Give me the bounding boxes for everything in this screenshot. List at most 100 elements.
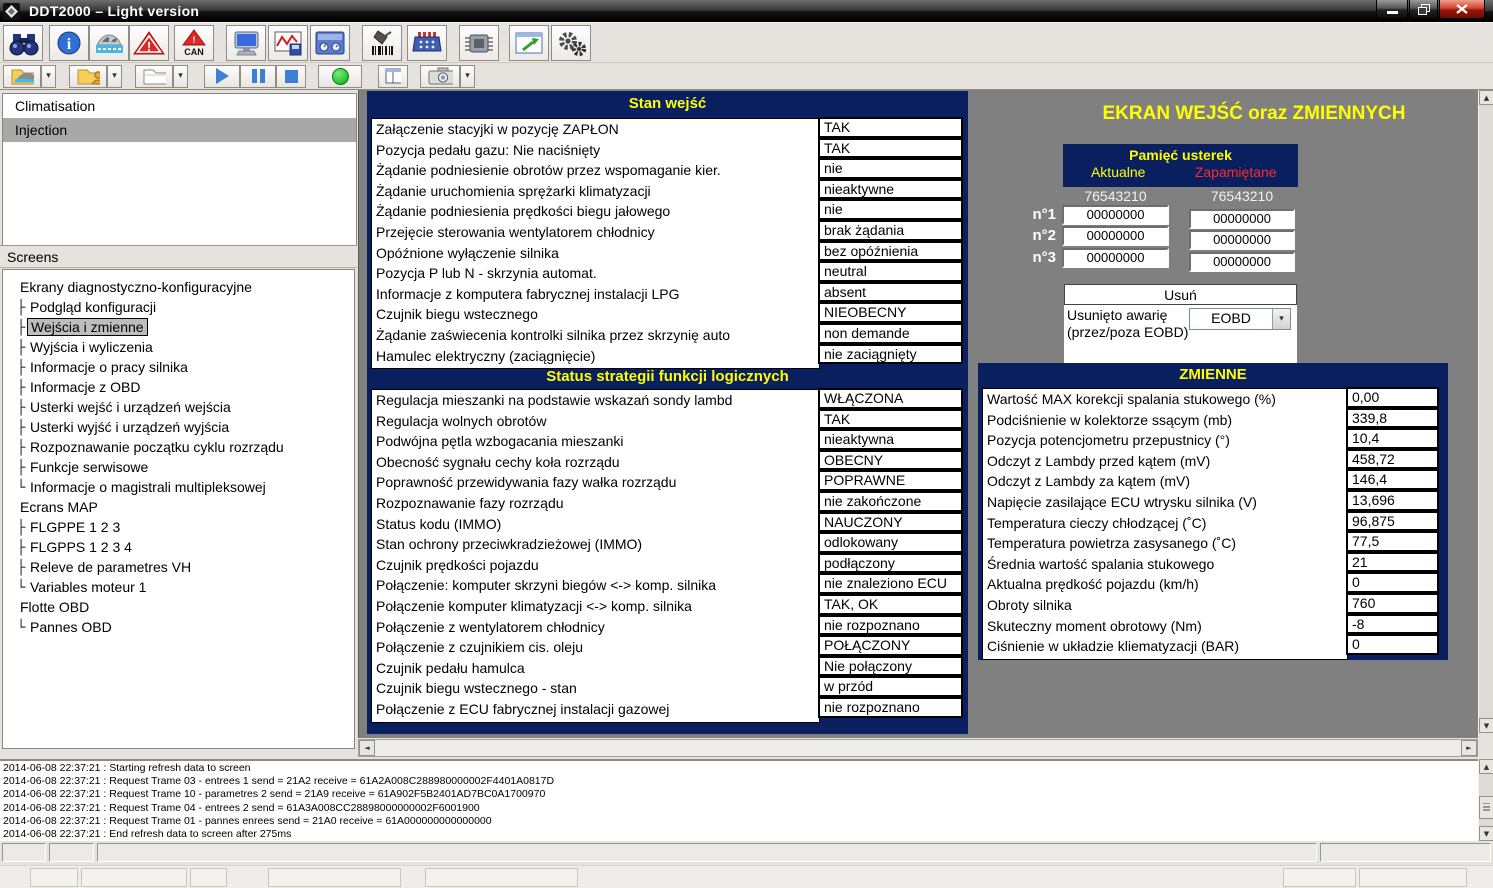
tree-item[interactable]: └Variables moteur 1	[17, 577, 354, 597]
tree-item-label[interactable]: FLGPPE 1 2 3	[27, 519, 123, 535]
tree-item[interactable]: ├FLGPPE 1 2 3	[17, 517, 354, 537]
status-row-value: nie znaleziono ECU	[818, 573, 963, 594]
tree-item[interactable]: ├Podgląd konfiguracji	[17, 297, 354, 317]
tree-item-label[interactable]: Usterki wejść i urządzeń wejścia	[27, 399, 234, 415]
settings-gears-button[interactable]	[551, 25, 591, 61]
tree-item-label[interactable]: Variables moteur 1	[27, 579, 149, 595]
status-row-value: POPRAWNE	[818, 470, 963, 491]
tree-item-label[interactable]: FLGPPS 1 2 3 4	[27, 539, 135, 555]
tree-item-label[interactable]: Wejścia i zmienne	[27, 318, 148, 336]
tree-item-label[interactable]: Flotte OBD	[17, 599, 92, 615]
close-button[interactable]	[1439, 0, 1485, 19]
snapshot-menu-button[interactable]: ▾	[460, 65, 475, 88]
tree-item[interactable]: └Pannes OBD	[17, 617, 354, 637]
eobd-dropdown[interactable]: EOBD ▾	[1189, 308, 1291, 330]
tree-item[interactable]: Ekrany diagnostyczno-konfiguracyjne	[17, 277, 354, 297]
screen-report-button[interactable]	[268, 25, 308, 61]
tree-item[interactable]: ├FLGPPS 1 2 3 4	[17, 537, 354, 557]
layout-button[interactable]	[378, 65, 408, 88]
tree-item-label[interactable]: Informacje z OBD	[27, 379, 143, 395]
variable-row-label: Temperatura powietrza zasysanego (˚C)	[983, 533, 1347, 554]
tree-branch-glyph: ├	[17, 418, 27, 438]
tree-item[interactable]: ├Wejścia i zmienne	[17, 317, 354, 337]
log-scroll-up-button[interactable]: ▲	[1479, 759, 1493, 774]
input-row-label: Opóźnione wyłączenie silnika	[372, 243, 819, 264]
status-row-value: Nie połączony	[818, 656, 963, 677]
tree-item-label[interactable]: Releve de parametres VH	[27, 559, 194, 575]
fault-row-label: n°1	[1004, 205, 1062, 225]
tree-item[interactable]: ├Funkcje serwisowe	[17, 457, 354, 477]
restore-button[interactable]	[1409, 0, 1438, 19]
record-button[interactable]	[318, 65, 362, 88]
memory-chip-button[interactable]	[459, 25, 499, 61]
tree-item-label[interactable]: Podgląd konfiguracji	[27, 299, 159, 315]
tree-item[interactable]: └Informacje o magistrali multipleksowej	[17, 477, 354, 497]
log-scrollbar-thumb[interactable]	[1479, 796, 1493, 819]
tree-item-label[interactable]: Rozpoznawanie początku cyklu rozrządu	[27, 439, 287, 455]
folder-icon	[142, 66, 166, 86]
connector-button[interactable]	[407, 25, 447, 61]
tree-item-label[interactable]: Informacje o pracy silnika	[27, 359, 191, 375]
system-item[interactable]: Injection	[3, 118, 356, 142]
tree-item[interactable]: ├Wyjścia i wyliczenia	[17, 337, 354, 357]
open-session-button[interactable]	[69, 65, 107, 88]
open-folder-button[interactable]	[135, 65, 173, 88]
open-vehicle-menu-button[interactable]: ▾	[41, 65, 56, 88]
tree-item[interactable]: ├Releve de parametres VH	[17, 557, 354, 577]
tree-branch-glyph: ├	[17, 398, 27, 418]
scroll-down-button[interactable]: ▼	[1479, 718, 1493, 733]
tree-item[interactable]: Ecrans MAP	[17, 497, 354, 517]
scroll-left-button[interactable]: ◄	[359, 740, 375, 756]
zmienne-labels: Wartość MAX korekcji spalania stukowego …	[982, 388, 1348, 660]
minimize-button[interactable]	[1376, 0, 1408, 19]
snapshot-button[interactable]	[420, 65, 460, 88]
open-session-menu-button[interactable]: ▾	[107, 65, 122, 88]
tree-item[interactable]: ├Rozpoznawanie początku cyklu rozrządu	[17, 437, 354, 457]
vehicle-info-button[interactable]	[89, 25, 129, 61]
tree-item-label[interactable]: Ekrany diagnostyczno-konfiguracyjne	[17, 279, 255, 295]
actuator-button[interactable]	[362, 25, 402, 61]
control-panel-button[interactable]	[310, 25, 350, 61]
variable-row-value: 146,4	[1346, 469, 1439, 490]
bit-header-stored: 76543210	[1189, 188, 1295, 204]
warning-button[interactable]: !	[129, 25, 169, 61]
tree-item-label[interactable]: Usterki wyjść i urządzeń wyjścia	[27, 419, 232, 435]
fault-memory-panel: Pamięć usterek Aktualne Zapamiętane	[1063, 144, 1298, 187]
tree-item[interactable]: Flotte OBD	[17, 597, 354, 617]
scroll-up-button[interactable]: ▲	[1479, 90, 1493, 105]
tree-item-label[interactable]: Wyjścia i wyliczenia	[27, 339, 156, 355]
info-button[interactable]: i	[49, 25, 89, 61]
tree-item[interactable]: ├Informacje o pracy silnika	[17, 357, 354, 377]
tree-branch-glyph: ├	[17, 458, 27, 478]
tree-item[interactable]: ├Usterki wyjść i urządzeń wyjścia	[17, 417, 354, 437]
scroll-right-button[interactable]: ►	[1461, 740, 1477, 756]
system-item[interactable]: Climatisation	[3, 94, 356, 118]
open-folder-menu-button[interactable]: ▾	[173, 65, 188, 88]
log-vertical-scrollbar[interactable]: ▲ ▼	[1478, 759, 1493, 841]
monitor-button[interactable]	[226, 25, 266, 61]
input-row-value: neutral	[818, 261, 963, 282]
fault-memory-title: Pamięć usterek	[1063, 144, 1298, 163]
stop-button[interactable]	[276, 65, 306, 88]
clear-faults-button[interactable]: Usuń	[1064, 284, 1297, 305]
pause-button[interactable]	[240, 65, 276, 88]
tree-item-label[interactable]: Ecrans MAP	[17, 499, 101, 515]
log-scroll-down-button[interactable]: ▼	[1479, 826, 1493, 841]
tree-item-label[interactable]: Funkcje serwisowe	[27, 459, 151, 475]
stored-column-label: Zapamiętane	[1173, 164, 1298, 180]
tree-item[interactable]: ├Usterki wejść i urządzeń wejścia	[17, 397, 354, 417]
tree-item-label[interactable]: Pannes OBD	[27, 619, 115, 635]
layout-icon	[385, 68, 401, 84]
search-button[interactable]	[3, 25, 43, 61]
can-warning-button[interactable]: ! CAN	[174, 25, 214, 61]
log-line: 2014-06-08 22:37:21 : Starting refresh d…	[3, 762, 1478, 775]
main-vertical-scrollbar[interactable]: ▲ ▼	[1478, 90, 1493, 733]
open-window-button[interactable]	[509, 25, 549, 61]
tree-item-label[interactable]: Informacje o magistrali multipleksowej	[27, 479, 269, 495]
tree-item[interactable]: ├Informacje z OBD	[17, 377, 354, 397]
main-horizontal-scrollbar[interactable]: ◄ ►	[358, 739, 1478, 757]
play-button[interactable]	[204, 65, 240, 88]
dropdown-arrow-icon[interactable]: ▾	[1272, 309, 1290, 329]
input-row-label: Żądanie uruchomienia sprężarki klimatyza…	[372, 181, 819, 202]
open-vehicle-button[interactable]	[3, 65, 41, 88]
